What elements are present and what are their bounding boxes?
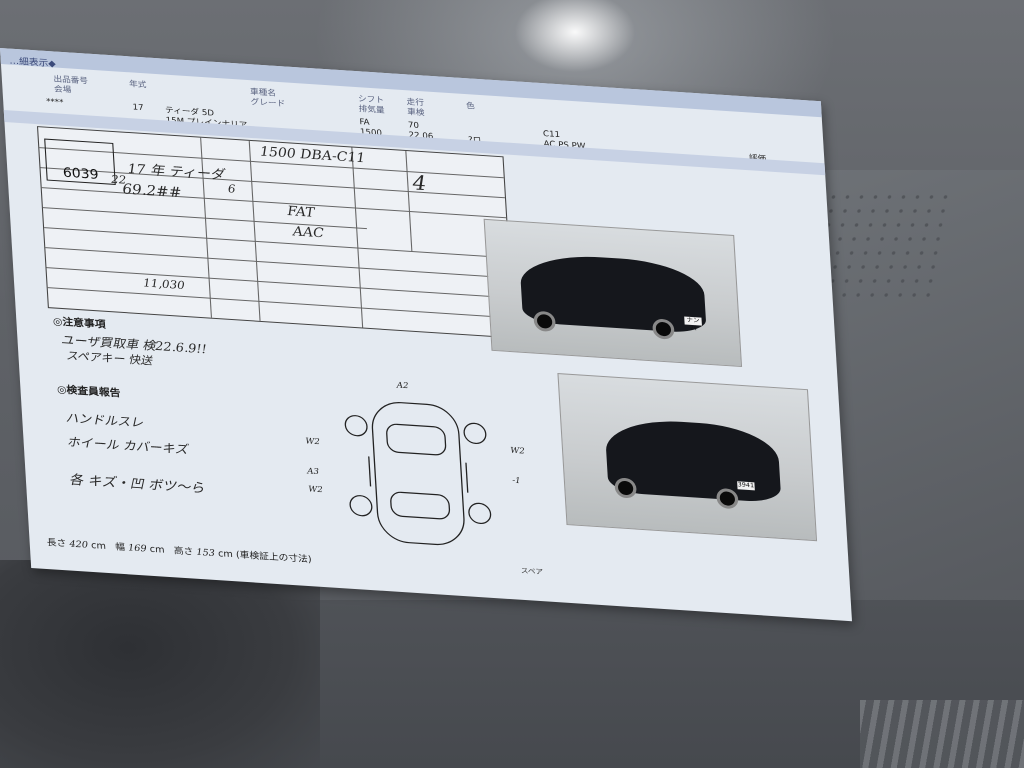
- hw-recycle-fee: 11,030: [142, 276, 186, 293]
- hw-first-reg-year: 22: [110, 172, 127, 187]
- wheel-rear-left: [349, 495, 373, 517]
- hw-transmission: FAT: [286, 204, 316, 221]
- windshield-outline: [386, 423, 447, 456]
- width-unit: cm: [149, 544, 165, 556]
- diagram-label-left-3: W2: [308, 484, 323, 495]
- length-unit: cm: [90, 540, 107, 552]
- height-value: 153: [196, 547, 216, 560]
- hdr-displacement: 排気量: [358, 104, 385, 115]
- camera-shadow: [0, 560, 320, 768]
- val-model-code: C11: [542, 129, 561, 140]
- hw-insp-1: ハンドルスレ: [64, 410, 144, 430]
- hw-grade-score: 4: [411, 170, 428, 196]
- length-label: 長さ: [46, 538, 67, 550]
- photo-scene: …細表示◆ 出品番号 年式 車種名 シフト 走行 色 会場 グレード 排気量 車…: [0, 0, 1024, 768]
- form-col: [351, 147, 364, 328]
- wheel-front-left: [344, 415, 368, 437]
- defroster-grille: [860, 700, 1024, 768]
- width-label: 幅: [114, 542, 126, 554]
- val-mileage: 70: [407, 120, 420, 130]
- width-value: 169: [127, 543, 147, 555]
- val-year: 17: [132, 102, 144, 113]
- height-label: 高さ: [173, 546, 194, 558]
- form-col: [248, 140, 261, 321]
- val-shift: FA: [359, 117, 370, 127]
- hw-month: 6: [227, 182, 236, 196]
- hdr-year: 年式: [128, 79, 147, 90]
- car-photo-rear: 3941: [557, 373, 818, 542]
- notes-section-label: ◎注意事項: [52, 316, 106, 331]
- diagram-label-left-1: W2: [305, 436, 321, 447]
- form-col: [405, 150, 413, 252]
- wheel-front-right: [463, 422, 487, 445]
- hdr-venue: 会場: [53, 84, 72, 95]
- hdr-grade: グレード: [250, 97, 286, 109]
- hw-aircon: AAC: [292, 224, 325, 242]
- car-body-outline: [371, 402, 465, 546]
- hdr-color: 色: [465, 101, 475, 111]
- car-damage-diagram: [344, 402, 492, 546]
- diagram-label-right-2: -1: [511, 475, 521, 486]
- inspector-section-label: ◎検査員報告: [56, 384, 121, 400]
- car-photo-front: ナンバ: [483, 218, 743, 368]
- license-plate-rear: 3941: [737, 481, 755, 491]
- lot-number-box: 6039: [44, 138, 116, 185]
- dimensions-row: 長さ 420 cm 幅 169 cm 高さ 153 cm (車検証上の寸法): [46, 535, 312, 566]
- diagram-label-left-2: A3: [306, 466, 320, 477]
- form-rule: [46, 267, 511, 299]
- hw-insp-2: ホイール カバーキズ: [66, 434, 188, 457]
- diagram-label-right-1: W2: [510, 445, 526, 456]
- right-door-line: [465, 462, 469, 493]
- left-door-line: [368, 456, 372, 487]
- val-stars: ****: [45, 96, 64, 107]
- spare-label: スペア: [520, 566, 544, 577]
- form-rule: [47, 287, 513, 319]
- hdr-inspection: 車検: [406, 107, 425, 118]
- wheel-rear-right: [468, 502, 492, 525]
- form-rule: [41, 187, 507, 219]
- sheet-header-title: …細表示◆: [9, 56, 57, 70]
- height-unit: cm: [217, 549, 234, 561]
- auction-sheet: …細表示◆ 出品番号 年式 車種名 シフト 走行 色 会場 グレード 排気量 車…: [0, 48, 852, 622]
- hw-insp-3: 各 キズ・凹 ボツ〜ら: [68, 472, 205, 497]
- length-value: 420: [69, 539, 89, 551]
- license-plate-front: ナンバ: [684, 316, 702, 332]
- form-rule: [44, 227, 509, 259]
- diagram-label-top: A2: [396, 380, 409, 391]
- dimensions-note: (車検証上の寸法): [235, 550, 312, 566]
- rear-window-outline: [390, 491, 451, 520]
- form-rule: [45, 247, 510, 279]
